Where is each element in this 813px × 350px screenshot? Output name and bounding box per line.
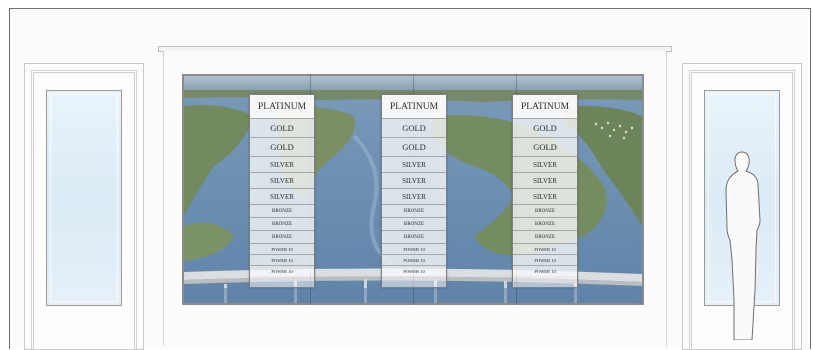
left-door-leaf	[33, 72, 135, 349]
donor-level-gold: GOLD	[382, 119, 446, 138]
donor-level-silver: SILVER	[250, 189, 314, 205]
donor-level-power: POWER 10	[250, 255, 314, 266]
donor-level-power: POWER 10	[382, 255, 446, 266]
donor-level-bronze: BRONZE	[382, 231, 446, 244]
donor-level-bronze: BRONZE	[382, 218, 446, 231]
donor-panel-left: PLATINUM GOLD GOLD SILVER SILVER SILVER BRONZE…	[249, 94, 315, 288]
donor-level-power: POWER 10	[250, 266, 314, 276]
donor-level-power: POWER 10	[513, 266, 577, 276]
donor-level-bronze: BRONZE	[382, 205, 446, 218]
donor-level-bronze: BRONZE	[250, 218, 314, 231]
donor-level-platinum: PLATINUM	[513, 95, 577, 119]
donor-level-bronze: BRONZE	[513, 205, 577, 218]
donor-level-bronze: BRONZE	[250, 205, 314, 218]
donor-level-silver: SILVER	[250, 173, 314, 189]
donor-level-platinum: PLATINUM	[250, 95, 314, 119]
donor-level-power: POWER 10	[513, 244, 577, 255]
donor-level-platinum: PLATINUM	[382, 95, 446, 119]
donor-level-silver: SILVER	[513, 189, 577, 205]
donor-level-power: POWER 10	[513, 255, 577, 266]
donor-level-power: POWER 10	[382, 266, 446, 276]
donor-level-power: POWER 10	[382, 244, 446, 255]
donor-panel-right: PLATINUM GOLD GOLD SILVER SILVER SILVER BRONZE…	[512, 94, 578, 288]
person-scale-figure	[725, 151, 761, 340]
donor-level-gold: GOLD	[250, 138, 314, 157]
donor-level-bronze: BRONZE	[250, 231, 314, 244]
donor-panel-center: PLATINUM GOLD GOLD SILVER SILVER SILVER BRONZE…	[381, 94, 447, 288]
donor-level-gold: GOLD	[513, 119, 577, 138]
donor-level-silver: SILVER	[513, 173, 577, 189]
donor-level-silver: SILVER	[250, 157, 314, 173]
donor-level-silver: SILVER	[513, 157, 577, 173]
donor-level-gold: GOLD	[513, 138, 577, 157]
donor-level-silver: SILVER	[382, 189, 446, 205]
donor-level-gold: GOLD	[250, 119, 314, 138]
donor-level-silver: SILVER	[382, 157, 446, 173]
left-door[interactable]	[24, 63, 144, 350]
donor-level-gold: GOLD	[382, 138, 446, 157]
donor-level-power: POWER 10	[250, 244, 314, 255]
donor-level-bronze: BRONZE	[513, 218, 577, 231]
donor-level-bronze: BRONZE	[513, 231, 577, 244]
donor-level-silver: SILVER	[382, 173, 446, 189]
left-door-glass	[46, 90, 122, 306]
